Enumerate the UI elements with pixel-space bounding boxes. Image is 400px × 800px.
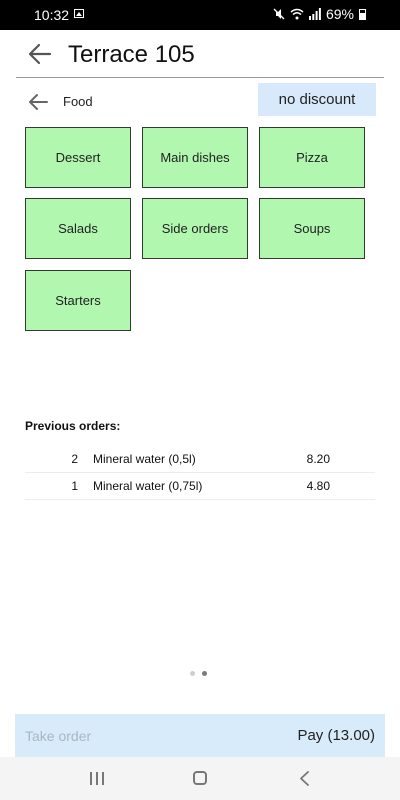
category-row: Food no discount [0, 83, 400, 121]
pager-dot-2[interactable] [202, 671, 207, 676]
signal-icon [308, 8, 321, 20]
order-price: 8.20 [306, 452, 330, 466]
mute-icon [273, 8, 285, 20]
order-row: 1 Mineral water (0,75l) 4.80 [25, 473, 375, 500]
navigation-bar [0, 757, 400, 800]
order-name: Mineral water (0,5l) [93, 452, 196, 466]
tile-side-orders[interactable]: Side orders [142, 198, 248, 259]
app-bar: Terrace 105 [0, 30, 400, 78]
pay-button[interactable]: Pay (13.00) [297, 727, 375, 744]
order-name: Mineral water (0,75l) [93, 479, 203, 493]
tile-starters[interactable]: Starters [25, 270, 131, 331]
category-label: Food [63, 94, 93, 109]
wifi-icon [290, 8, 304, 20]
header-divider [16, 77, 384, 78]
order-price: 4.80 [306, 479, 330, 493]
status-time: 10:32 [34, 7, 70, 23]
home-icon[interactable] [193, 771, 207, 785]
order-qty: 2 [71, 452, 78, 466]
tile-soups[interactable]: Soups [259, 198, 365, 259]
arrow-left-icon[interactable] [26, 40, 54, 68]
battery-percent: 69% [325, 6, 354, 22]
back-icon[interactable] [298, 771, 312, 786]
status-icons: 69% [273, 6, 366, 22]
tile-dessert[interactable]: Dessert [25, 127, 131, 188]
discount-button[interactable]: no discount [258, 83, 376, 116]
status-bar: 10:32 69% [0, 0, 400, 30]
category-back-icon[interactable] [27, 91, 49, 113]
image-icon [74, 9, 84, 18]
page-title: Terrace 105 [68, 41, 195, 68]
order-row: 2 Mineral water (0,5l) 8.20 [25, 446, 375, 473]
recent-apps-icon[interactable] [90, 772, 104, 785]
battery-icon [359, 8, 366, 20]
order-qty: 1 [71, 479, 78, 493]
tile-pizza[interactable]: Pizza [259, 127, 365, 188]
tile-main-dishes[interactable]: Main dishes [142, 127, 248, 188]
pager-dot-1[interactable] [190, 671, 195, 676]
previous-orders-title: Previous orders: [25, 419, 121, 433]
tile-salads[interactable]: Salads [25, 198, 131, 259]
take-order-button[interactable]: Take order [25, 728, 91, 744]
action-bar: Take order Pay (13.00) [15, 714, 385, 757]
